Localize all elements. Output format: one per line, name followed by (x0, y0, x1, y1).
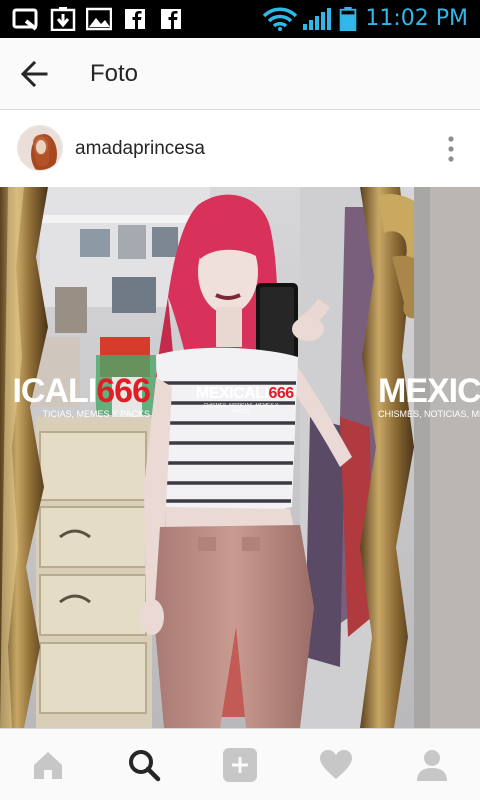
add-icon[interactable] (222, 747, 258, 783)
download-icon (50, 7, 76, 31)
more-vertical-icon[interactable] (446, 135, 456, 163)
heart-icon[interactable] (318, 747, 354, 783)
facebook-icon (161, 9, 181, 29)
username[interactable]: amadaprincesa (75, 138, 205, 160)
avatar[interactable] (17, 125, 63, 171)
gallery-icon (86, 7, 112, 31)
watermark-right: MEXICALI CHISMES, NOTICIAS, ME (378, 372, 480, 419)
post-photo[interactable]: ICALI666 TICIAS, MEMES Y PACKS MEXICALI6… (0, 187, 480, 728)
wifi-icon (262, 7, 298, 31)
watermark-left: ICALI666 TICIAS, MEMES Y PACKS (12, 372, 151, 419)
page-title: Foto (90, 60, 139, 87)
post-header: amadaprincesa (0, 111, 480, 187)
app-bar: Foto (0, 38, 480, 110)
profile-icon[interactable] (414, 747, 450, 783)
battery-icon (339, 7, 357, 31)
clock-time: 11:02 PM (365, 6, 468, 31)
home-icon[interactable] (30, 747, 66, 783)
watermark-center: MEXICALI666 CHISMES, NOTICIAS, MEMES Y P… (196, 385, 294, 415)
facebook-icon (125, 9, 145, 29)
mirror-selfie-image (0, 187, 480, 728)
signal-icon (303, 8, 331, 30)
arrow-left-icon[interactable] (16, 56, 52, 92)
bottom-nav (0, 728, 480, 800)
search-icon[interactable] (126, 747, 162, 783)
status-bar: 11:02 PM (0, 0, 480, 38)
screen-cast-icon (12, 8, 38, 31)
